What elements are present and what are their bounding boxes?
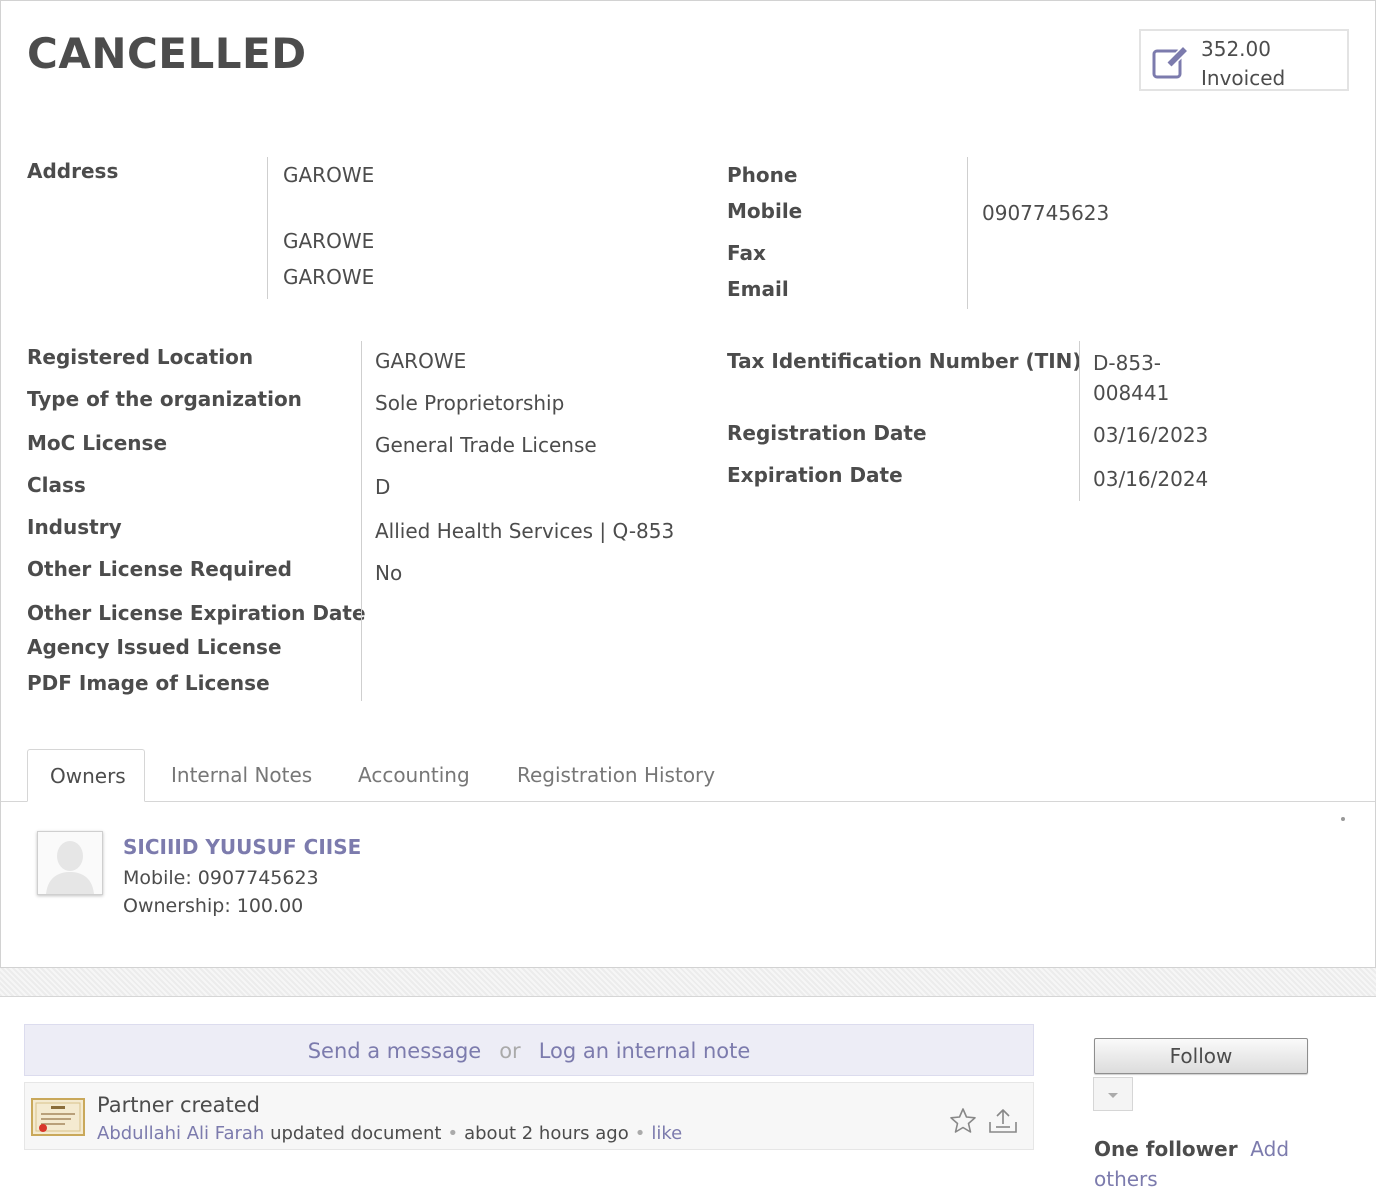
moc-license-value: General Trade License [375, 433, 597, 457]
tab-accounting[interactable]: Accounting [336, 749, 492, 801]
owner-avatar[interactable] [37, 831, 103, 895]
class-value: D [375, 475, 391, 499]
agency-issued-license-label: Agency Issued License [27, 635, 282, 659]
email-label: Email [727, 277, 789, 301]
other-license-required-label: Other License Required [27, 557, 292, 581]
invoiced-stat-button[interactable]: 352.00 Invoiced [1139, 29, 1349, 91]
composer-or: or [499, 1039, 521, 1063]
tin-value-line-1: D-853- [1093, 351, 1162, 375]
chatter-message: Partner created Abdullahi Ali Farah upda… [24, 1082, 1034, 1150]
message-meta: Abdullahi Ali Farah updated document • abo… [97, 1123, 682, 1144]
invoiced-value: 352.00 [1201, 37, 1271, 61]
message-action: updated document [270, 1123, 442, 1144]
org-type-label: Type of the organization [27, 387, 302, 411]
log-note-link[interactable]: Log an internal note [539, 1039, 751, 1063]
sheet-bottom-strip [0, 968, 1376, 997]
mobile-label: Mobile [727, 199, 803, 223]
owner-mobile: Mobile: 0907745623 [123, 867, 319, 889]
mobile-value: 0907745623 [982, 201, 1110, 225]
other-license-required-value: No [375, 561, 403, 585]
followers-dropdown-button[interactable] [1093, 1077, 1133, 1111]
chatter-composer-bar: Send a message or Log an internal note [24, 1024, 1034, 1076]
certificate-thumbnail-icon [31, 1098, 85, 1136]
industry-value: Allied Health Services | Q-853 [375, 519, 675, 543]
like-link[interactable]: like [651, 1123, 682, 1144]
meta-separator-icon: • [634, 1123, 646, 1144]
followers-info: One follower Add others [1094, 1134, 1324, 1194]
status-title: CANCELLED [27, 29, 307, 78]
address-line-1: GAROWE [283, 163, 375, 187]
tab-internal-notes[interactable]: Internal Notes [149, 749, 334, 801]
form-sheet: CANCELLED 352.00 Invoiced Address GAROWE… [0, 0, 1376, 968]
invoiced-label: Invoiced [1201, 66, 1286, 90]
phone-label: Phone [727, 163, 798, 187]
message-author-link[interactable]: Abdullahi Ali Farah [97, 1123, 264, 1144]
pdf-image-label: PDF Image of License [27, 671, 270, 695]
address-line-3: GAROWE [283, 265, 375, 289]
tin-label: Tax Identification Number (TIN) [727, 349, 1082, 373]
person-placeholder-icon [46, 841, 94, 894]
share-upload-icon[interactable] [987, 1107, 1019, 1135]
registration-divider [361, 341, 362, 701]
owner-name-link[interactable]: SICIIID YUUSUF CIISE [123, 835, 361, 859]
message-title: Partner created [97, 1093, 260, 1117]
tab-owners[interactable]: Owners [27, 749, 145, 802]
send-message-link[interactable]: Send a message [308, 1039, 482, 1063]
other-license-expiration-label: Other License Expiration Date [27, 601, 366, 625]
notebook-tabs: Owners Internal Notes Accounting Registr… [1, 749, 1375, 802]
registered-location-value: GAROWE [375, 349, 467, 373]
expiration-date-label: Expiration Date [727, 463, 903, 487]
meta-separator-icon: • [447, 1123, 459, 1144]
contact-divider [967, 157, 968, 309]
class-label: Class [27, 473, 86, 497]
address-label: Address [27, 159, 119, 183]
registration-date-label: Registration Date [727, 421, 927, 445]
tab-registration-history[interactable]: Registration History [495, 749, 737, 801]
fax-label: Fax [727, 241, 766, 265]
owner-ownership: Ownership: 100.00 [123, 895, 304, 917]
address-divider [267, 157, 268, 299]
edit-pen-icon [1152, 44, 1190, 79]
tab-menu-dot [1341, 817, 1345, 821]
registered-location-label: Registered Location [27, 345, 254, 369]
moc-license-label: MoC License [27, 431, 168, 455]
follower-count: One follower [1094, 1137, 1238, 1161]
follow-button[interactable]: Follow [1094, 1038, 1308, 1074]
registration-right-divider [1079, 341, 1080, 501]
expiration-date-value: 03/16/2024 [1093, 467, 1209, 491]
address-line-2: GAROWE [283, 229, 375, 253]
star-icon[interactable] [949, 1107, 977, 1135]
message-time: about 2 hours ago [464, 1123, 629, 1144]
registration-date-value: 03/16/2023 [1093, 423, 1209, 447]
chevron-down-icon [1108, 1093, 1118, 1098]
tin-value-line-2: 008441 [1093, 381, 1170, 405]
org-type-value: Sole Proprietorship [375, 391, 565, 415]
industry-label: Industry [27, 515, 122, 539]
